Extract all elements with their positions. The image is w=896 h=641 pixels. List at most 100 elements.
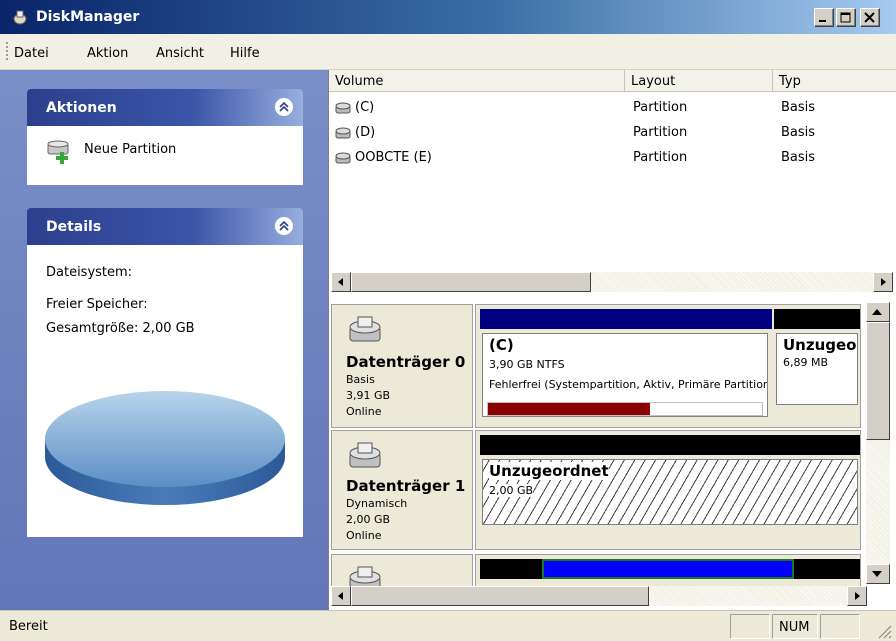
disk-name: Datenträger 1 (346, 477, 466, 495)
partition-detail: 2,00 GB (489, 484, 534, 497)
status-num-indicator: NUM (772, 614, 818, 639)
partition-usage-bar (488, 403, 650, 415)
volume-cell: (C) (355, 100, 375, 115)
free-space-label: Freier Speicher: (46, 297, 148, 312)
disk-area-vertical-scrollbar[interactable] (866, 302, 890, 584)
disk-drive-icon (349, 316, 381, 342)
toolbar-grip (6, 42, 9, 60)
disk-info-1[interactable]: Datenträger 1 Dynamisch 2,00 GB Online (331, 430, 473, 550)
title-bar: DiskManager (0, 0, 896, 34)
disk-partitions-1: Unzugeordnet 2,00 GB (475, 430, 861, 550)
volume-icon (335, 152, 351, 164)
disk-info-0[interactable]: Datenträger 0 Basis 3,91 GB Online (331, 304, 473, 428)
partition-bar-selected[interactable] (542, 559, 794, 579)
status-panel-empty (730, 614, 770, 639)
app-icon (13, 10, 27, 25)
partition-name: Unzugeordnet (783, 336, 857, 354)
scroll-up-button[interactable] (866, 302, 890, 322)
typ-cell: Basis (781, 150, 816, 165)
resize-grip-icon[interactable] (876, 623, 892, 639)
disk-drive-icon (349, 566, 381, 586)
typ-cell: Basis (781, 100, 816, 115)
partition-unallocated[interactable]: Unzugeordnet 2,00 GB (482, 459, 858, 525)
menu-aktion[interactable]: Aktion (87, 46, 128, 61)
disk-row-0[interactable]: Datenträger 0 Basis 3,91 GB Online (C) 3… (331, 304, 861, 428)
partition-health: Fehlerfrei (Systempartition, Aktiv, Prim… (489, 378, 768, 391)
partition-name: (C) (489, 336, 514, 354)
scroll-right-button[interactable] (847, 586, 867, 606)
partition-detail: 3,90 GB NTFS (489, 358, 565, 371)
scroll-thumb[interactable] (866, 322, 890, 440)
disk-kind: Dynamisch (346, 497, 408, 510)
menu-datei[interactable]: Datei (14, 46, 49, 61)
scroll-down-button[interactable] (866, 564, 890, 584)
status-panel-empty (820, 614, 860, 639)
disk-size: 3,91 GB (346, 389, 391, 402)
scroll-right-button[interactable] (873, 272, 893, 292)
scroll-left-button[interactable] (331, 272, 351, 292)
partition-name: Unzugeordnet (489, 462, 609, 480)
arrow-up-icon (872, 309, 882, 315)
scroll-thumb[interactable] (351, 272, 591, 292)
volume-list: Volume Layout Typ (C) Partition Basis (D… (328, 70, 896, 296)
aktionen-header[interactable]: Aktionen (27, 89, 303, 126)
partition-c[interactable]: (C) 3,90 GB NTFS Fehlerfrei (Systemparti… (482, 333, 768, 417)
table-row[interactable]: (C) Partition Basis (329, 96, 896, 120)
menu-ansicht[interactable]: Ansicht (156, 46, 204, 61)
partition-bar (480, 559, 542, 579)
arrow-left-icon (338, 278, 343, 286)
close-icon (864, 12, 875, 23)
table-row[interactable]: OOBCTE (E) Partition Basis (329, 146, 896, 170)
arrow-right-icon (855, 592, 860, 600)
column-header-typ[interactable]: Typ (773, 70, 896, 92)
volume-icon (335, 127, 351, 139)
partition-usage-track (487, 402, 763, 416)
close-button[interactable] (860, 8, 880, 27)
details-panel: Dateisystem: Freier Speicher: Gesamtgröß… (27, 245, 303, 537)
scroll-left-button[interactable] (331, 586, 351, 606)
chevron-up-icon (279, 220, 289, 231)
status-bar: Bereit NUM (0, 610, 896, 641)
maximize-button[interactable] (836, 8, 856, 27)
task-pane: Aktionen Neue Partition Details Dateisys… (0, 70, 328, 610)
partition-unallocated[interactable]: Unzugeordnet 6,89 MB (776, 333, 858, 405)
volume-list-horizontal-scrollbar[interactable] (331, 272, 893, 292)
scroll-thumb[interactable] (351, 586, 649, 606)
details-title: Details (46, 219, 102, 235)
partition-bar (794, 559, 860, 579)
menu-hilfe[interactable]: Hilfe (230, 46, 260, 61)
disk-status: Online (346, 405, 382, 418)
chevron-up-icon (279, 101, 289, 112)
disk-status: Online (346, 529, 382, 542)
total-size-label: Gesamtgröße: 2,00 GB (46, 321, 195, 336)
column-header-volume[interactable]: Volume (329, 70, 625, 92)
partition-detail: 6,89 MB (783, 356, 829, 369)
menu-bar: Datei Aktion Ansicht Hilfe (0, 34, 896, 70)
capacity-pie-chart (45, 391, 285, 505)
minimize-icon (819, 20, 826, 22)
disk-size: 2,00 GB (346, 513, 391, 526)
filesystem-label: Dateisystem: (46, 265, 133, 280)
disk-row-2[interactable] (331, 554, 861, 586)
volume-cell: OOBCTE (E) (355, 150, 432, 165)
volume-cell: (D) (355, 125, 376, 140)
volume-icon (335, 102, 351, 114)
disk-info-2[interactable] (331, 554, 473, 586)
minimize-button[interactable] (814, 8, 834, 27)
partition-bar-unallocated (774, 309, 860, 329)
details-collapse-button[interactable] (274, 216, 294, 236)
disk-partitions-2 (475, 554, 861, 586)
disk-drive-icon (349, 442, 381, 468)
aktionen-collapse-button[interactable] (274, 97, 294, 117)
disk-partitions-0: (C) 3,90 GB NTFS Fehlerfrei (Systemparti… (475, 304, 861, 428)
disk-name: Datenträger 0 (346, 353, 466, 371)
arrow-down-icon (872, 571, 882, 577)
disk-row-1[interactable]: Datenträger 1 Dynamisch 2,00 GB Online U… (331, 430, 861, 550)
table-row[interactable]: (D) Partition Basis (329, 121, 896, 145)
disk-area-horizontal-scrollbar[interactable] (331, 586, 867, 606)
neue-partition-label: Neue Partition (84, 142, 177, 157)
typ-cell: Basis (781, 125, 816, 140)
partition-bar-unallocated (480, 435, 860, 455)
details-header[interactable]: Details (27, 208, 303, 245)
column-header-layout[interactable]: Layout (625, 70, 773, 92)
